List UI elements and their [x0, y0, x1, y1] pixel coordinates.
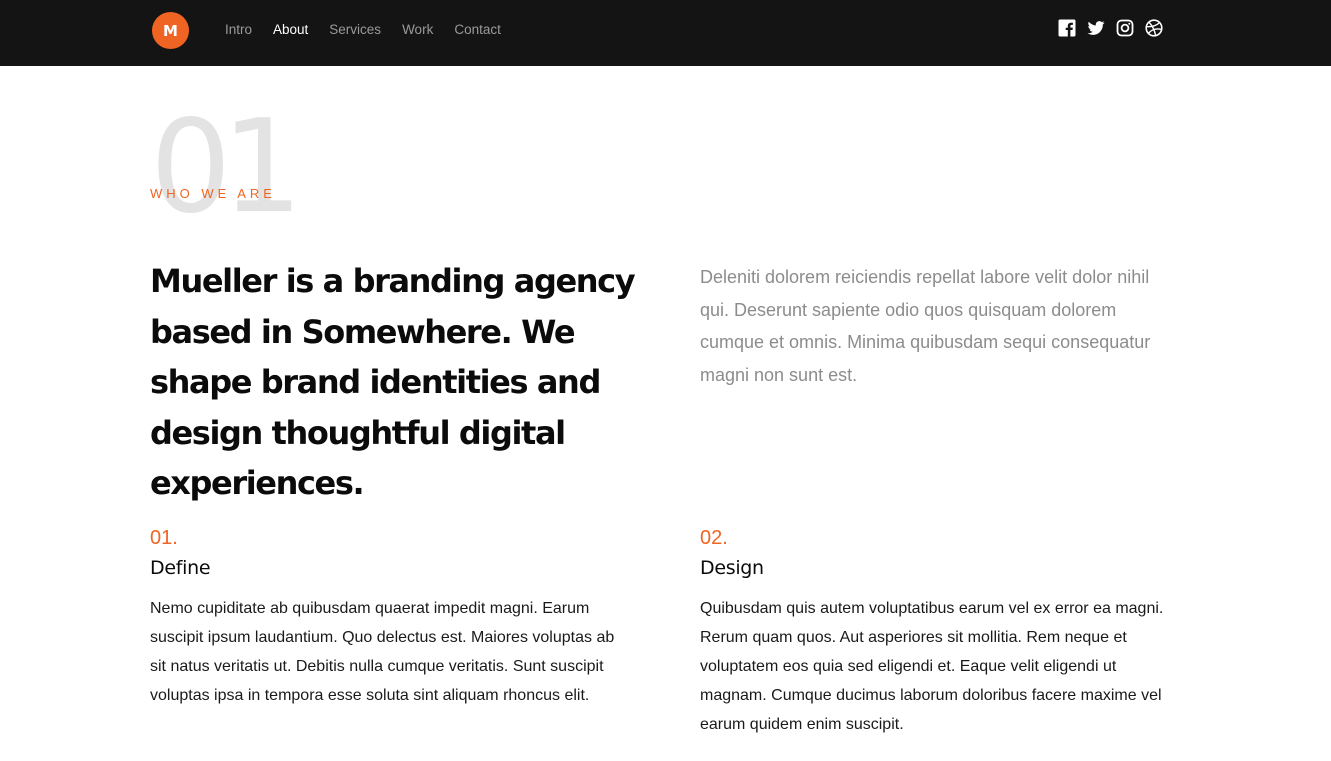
intro-paragraph: Deleniti dolorem reiciendis repellat lab… [700, 267, 1151, 385]
nav-item-work[interactable]: Work [402, 21, 433, 38]
dribbble-icon[interactable] [1145, 19, 1163, 37]
feature-number: 02. [700, 527, 728, 549]
feature-number: 01. [150, 527, 178, 549]
feature-design: 02. Design Quibusdam quis autem voluptat… [700, 525, 1170, 739]
nav-item-about[interactable]: About [273, 21, 308, 38]
logo-letter: M [163, 21, 178, 40]
logo[interactable]: M [152, 12, 189, 49]
facebook-icon[interactable] [1058, 19, 1076, 37]
lead-heading: Mueller is a branding agency based in So… [150, 262, 636, 502]
feature-body: Quibusdam quis autem voluptatibus earum … [700, 600, 1164, 733]
feature-title: Define [150, 557, 211, 579]
nav-item-contact[interactable]: Contact [454, 21, 501, 38]
section-number: 01 [150, 93, 303, 242]
nav-item-services[interactable]: Services [329, 21, 381, 38]
feature-body: Nemo cupiditate ab quibusdam quaerat imp… [150, 600, 615, 704]
twitter-icon[interactable] [1087, 19, 1105, 37]
main-nav: Intro About Services Work Contact [225, 21, 522, 38]
feature-title: Design [700, 557, 764, 579]
feature-define: 01. Define Nemo cupiditate ab quibusdam … [150, 525, 620, 710]
social-links [1058, 19, 1163, 37]
instagram-icon[interactable] [1116, 19, 1134, 37]
section-eyebrow: WHO WE ARE [150, 186, 276, 201]
site-header: M Intro About Services Work Contact [0, 0, 1331, 66]
nav-item-intro[interactable]: Intro [225, 21, 252, 38]
